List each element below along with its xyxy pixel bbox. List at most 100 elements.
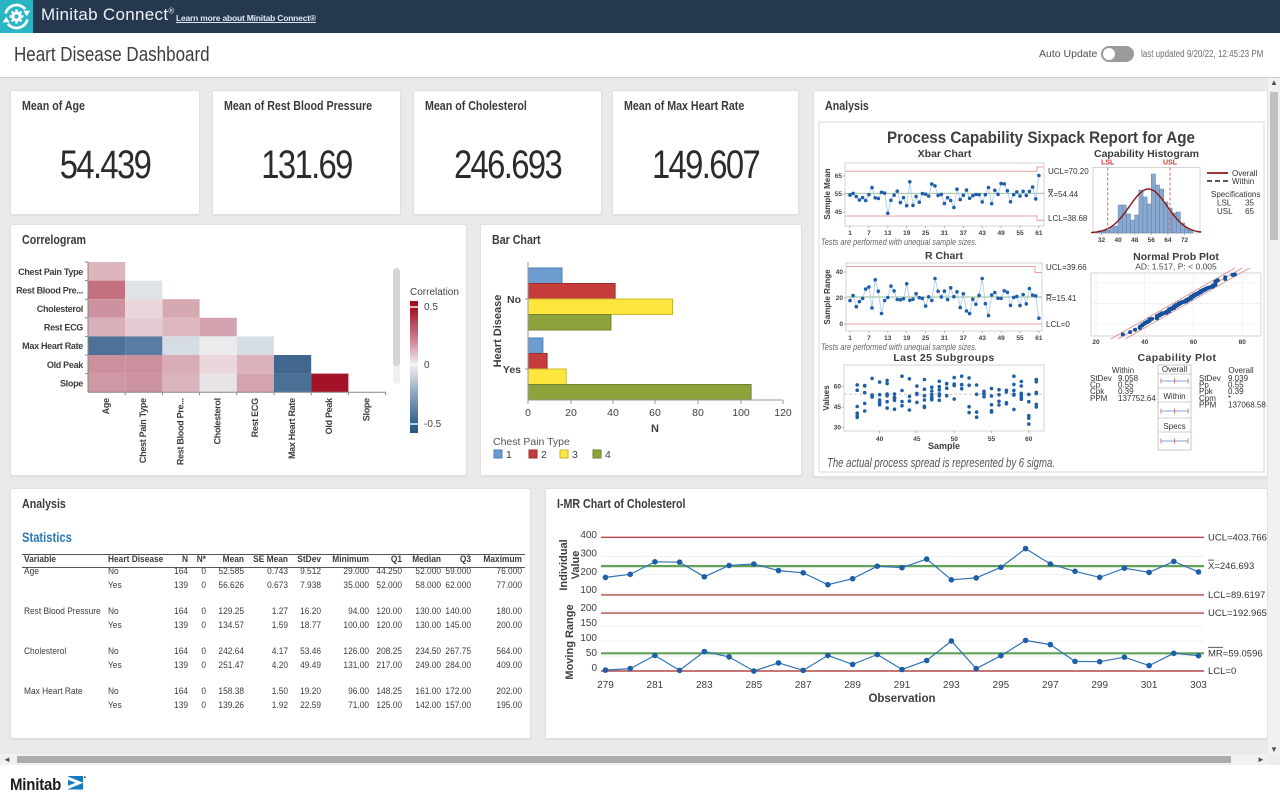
svg-text:40: 40 [876, 436, 884, 443]
svg-text:R=15.41: R=15.41 [1046, 294, 1077, 303]
svg-text:55: 55 [988, 436, 996, 443]
svg-text:USL: USL [1217, 207, 1233, 216]
svg-text:13: 13 [884, 230, 892, 237]
svg-text:30: 30 [834, 425, 842, 432]
svg-text:X=246.693: X=246.693 [1208, 561, 1254, 572]
svg-text:Rest Blood Pre...: Rest Blood Pre... [175, 398, 185, 465]
svg-text:45: 45 [913, 436, 921, 443]
svg-text:100: 100 [580, 633, 597, 644]
svg-text:137752.64: 137752.64 [1118, 394, 1156, 403]
svg-text:20: 20 [1092, 339, 1100, 346]
svg-text:61: 61 [1035, 335, 1043, 342]
svg-text:UCL=70.20: UCL=70.20 [1048, 167, 1089, 176]
svg-text:43: 43 [979, 230, 987, 237]
svg-text:PPM: PPM [1199, 400, 1217, 409]
svg-text:Overall: Overall [1162, 365, 1188, 374]
svg-text:56: 56 [1148, 237, 1156, 244]
svg-text:60: 60 [1190, 339, 1198, 346]
svg-text:281: 281 [647, 680, 664, 691]
svg-text:37: 37 [960, 335, 968, 342]
svg-text:Cholesterol: Cholesterol [213, 398, 223, 444]
svg-text:-0.5: -0.5 [424, 419, 442, 430]
svg-text:295: 295 [993, 680, 1010, 691]
svg-text:25: 25 [922, 230, 930, 237]
svg-text:0: 0 [424, 360, 430, 371]
svg-text:279: 279 [597, 680, 614, 691]
svg-text:301: 301 [1141, 680, 1158, 691]
svg-text:13: 13 [884, 335, 892, 342]
svg-text:49: 49 [997, 230, 1005, 237]
svg-text:25: 25 [922, 335, 930, 342]
svg-text:0: 0 [591, 663, 597, 674]
svg-text:285: 285 [745, 680, 762, 691]
svg-text:Sample Range: Sample Range [823, 269, 832, 325]
svg-text:1: 1 [506, 449, 512, 461]
svg-text:43: 43 [979, 335, 987, 342]
svg-text:Chest Pain Type: Chest Pain Type [493, 436, 570, 448]
svg-text:287: 287 [795, 680, 812, 691]
svg-text:Specs: Specs [1163, 422, 1185, 431]
svg-text:Yes: Yes [503, 364, 521, 376]
svg-text:55: 55 [1016, 230, 1024, 237]
svg-text:Within: Within [1163, 392, 1185, 401]
svg-text:Correlation: Correlation [410, 287, 459, 298]
svg-text:Rest Blood Pre...: Rest Blood Pre... [16, 285, 83, 295]
svg-text:20: 20 [565, 407, 577, 419]
svg-text:Chest Pain Type: Chest Pain Type [18, 267, 83, 277]
svg-text:LCL=0: LCL=0 [1046, 320, 1070, 329]
svg-text:Capability Histogram: Capability Histogram [1094, 148, 1199, 160]
svg-text:Values: Values [822, 385, 831, 411]
svg-text:Heart Disease: Heart Disease [492, 295, 504, 368]
svg-text:Slope: Slope [60, 378, 83, 388]
svg-text:55: 55 [835, 191, 843, 198]
svg-text:The actual process spread is r: The actual process spread is represented… [827, 456, 1055, 470]
svg-text:Process Capability Sixpack Rep: Process Capability Sixpack Report for Ag… [887, 129, 1195, 147]
svg-text:64: 64 [1164, 237, 1172, 244]
svg-text:Old Peak: Old Peak [47, 360, 84, 370]
svg-text:Xbar Chart: Xbar Chart [918, 148, 972, 160]
svg-text:200: 200 [580, 567, 597, 578]
svg-text:Within: Within [1232, 177, 1254, 186]
svg-text:Individual: Individual [558, 539, 570, 590]
svg-text:1: 1 [848, 230, 852, 237]
svg-text:32: 32 [1098, 237, 1106, 244]
svg-text:R Chart: R Chart [925, 250, 963, 262]
svg-text:40: 40 [607, 407, 619, 419]
svg-text:Value: Value [570, 551, 582, 580]
svg-text:Sample: Sample [928, 441, 960, 451]
svg-text:45: 45 [835, 209, 843, 216]
svg-text:19: 19 [903, 335, 911, 342]
svg-text:297: 297 [1042, 680, 1059, 691]
svg-text:19: 19 [903, 230, 911, 237]
svg-text:37: 37 [960, 230, 968, 237]
svg-text:293: 293 [943, 680, 960, 691]
svg-text:MR=59.0596: MR=59.0596 [1208, 648, 1263, 659]
svg-text:Max Heart Rate: Max Heart Rate [22, 341, 83, 351]
svg-text:7: 7 [867, 230, 871, 237]
svg-text:31: 31 [941, 335, 949, 342]
svg-text:50: 50 [586, 648, 598, 659]
svg-text:80: 80 [692, 407, 704, 419]
svg-text:100: 100 [732, 407, 750, 419]
svg-text:65: 65 [1245, 207, 1254, 216]
svg-text:40: 40 [1114, 237, 1122, 244]
svg-text:PPM: PPM [1090, 394, 1108, 403]
svg-text:UCL=192.965: UCL=192.965 [1208, 608, 1267, 619]
svg-text:60: 60 [649, 407, 661, 419]
svg-text:7: 7 [867, 335, 871, 342]
svg-text:303: 303 [1190, 680, 1207, 691]
svg-text:72: 72 [1181, 237, 1189, 244]
svg-text:120: 120 [774, 407, 792, 419]
svg-text:2: 2 [541, 449, 547, 461]
svg-text:No: No [507, 294, 521, 306]
svg-text:Rest ECG: Rest ECG [250, 398, 260, 437]
svg-text:20: 20 [836, 295, 844, 302]
svg-text:0: 0 [525, 407, 531, 419]
svg-text:1: 1 [848, 335, 852, 342]
svg-text:300: 300 [580, 549, 597, 560]
svg-text:USL: USL [1163, 160, 1178, 167]
svg-text:3: 3 [572, 449, 578, 461]
svg-text:200: 200 [580, 603, 597, 614]
svg-text:X=54.44: X=54.44 [1048, 190, 1079, 199]
svg-text:Rest ECG: Rest ECG [44, 323, 83, 333]
